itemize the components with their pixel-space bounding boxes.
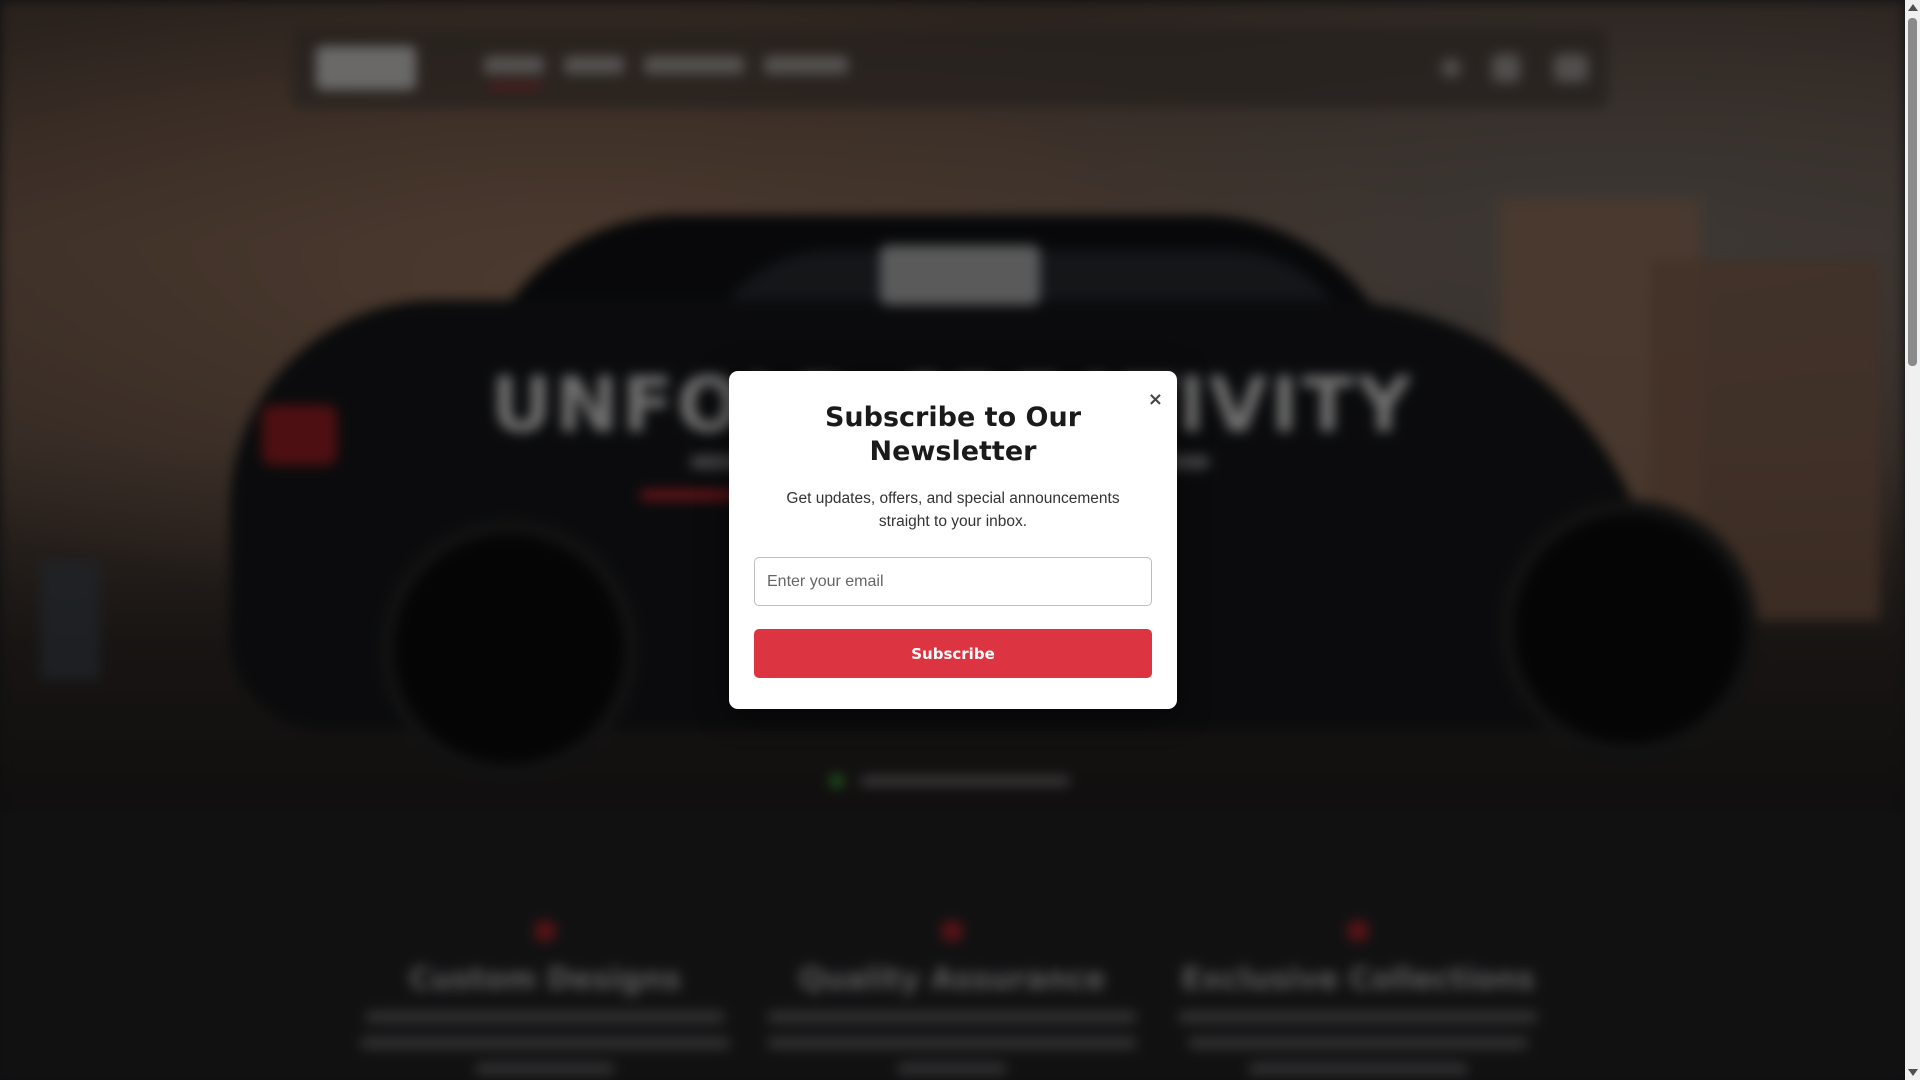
email-input[interactable] [754, 557, 1152, 606]
scroll-down-icon[interactable] [1908, 1069, 1918, 1076]
modal-title: Subscribe to Our Newsletter [824, 402, 1082, 467]
subscribe-button[interactable]: Subscribe [754, 629, 1152, 678]
newsletter-modal: × Subscribe to Our Newsletter Get update… [729, 371, 1177, 709]
close-button[interactable]: × [1148, 391, 1163, 409]
modal-description: Get updates, offers, and special announc… [786, 490, 1120, 530]
scrollbar-thumb[interactable] [1908, 18, 1917, 366]
scrollbar[interactable] [1905, 0, 1920, 1080]
scroll-up-icon[interactable] [1908, 4, 1918, 11]
